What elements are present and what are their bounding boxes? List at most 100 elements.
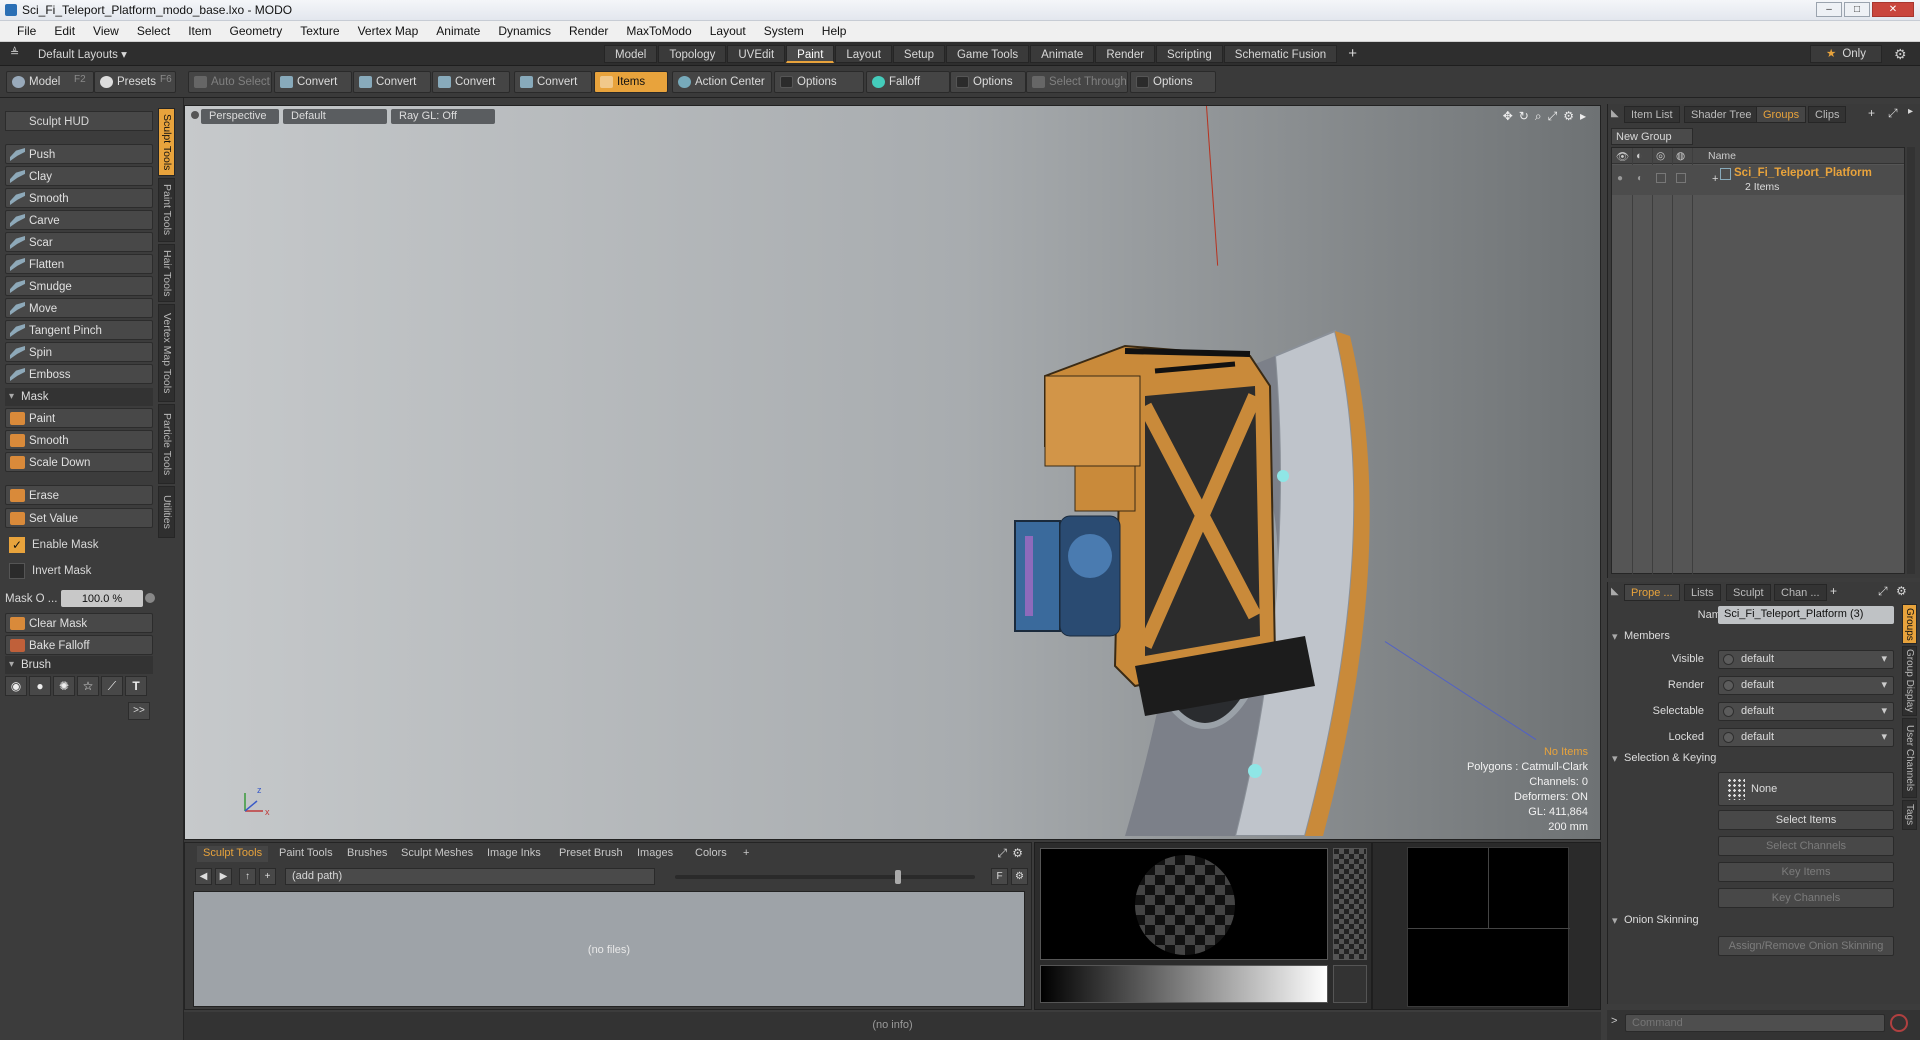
panel-settings-icon[interactable]: ⚙	[1896, 584, 1907, 598]
sculpt-hud-button[interactable]: Sculpt HUD	[5, 111, 153, 131]
pan-icon[interactable]: ✥	[1503, 109, 1513, 124]
onion-skinning-section[interactable]: Onion Skinning	[1612, 914, 1902, 930]
row-select-icon[interactable]	[1676, 173, 1686, 183]
row-visibility-icon[interactable]: ●	[1617, 173, 1623, 184]
select-column-icon[interactable]: ◍	[1676, 150, 1685, 162]
add-tab-icon[interactable]: +	[1830, 584, 1837, 598]
menu-vertex-map[interactable]: Vertex Map	[349, 24, 428, 38]
emboss-tool-button[interactable]: Emboss	[5, 364, 153, 384]
convert-edges-button[interactable]: Convert	[353, 71, 431, 93]
side-tab-user-channels[interactable]: User Channels	[1902, 718, 1917, 798]
browser-settings-icon[interactable]: ⚙	[1011, 868, 1028, 885]
soft-brush-icon[interactable]: ◉	[5, 676, 27, 696]
members-section[interactable]: Members	[1612, 630, 1902, 646]
smooth-tool-button[interactable]: Smooth	[5, 188, 153, 208]
text-brush-icon[interactable]: T	[125, 676, 147, 696]
spray-brush-icon[interactable]: ✺	[53, 676, 75, 696]
side-tab-tags[interactable]: Tags	[1902, 800, 1917, 830]
selection-none-button[interactable]: None	[1718, 772, 1894, 806]
select-through-button[interactable]: Select Through	[1026, 71, 1128, 93]
mask-opacity-input[interactable]: 100.0 %	[61, 590, 143, 607]
path-dropdown[interactable]: (add path)	[285, 868, 655, 885]
mask-section-header[interactable]: Mask	[5, 388, 153, 406]
layout-icon[interactable]: ≜	[10, 46, 19, 59]
convert-materials-button[interactable]: Convert	[514, 71, 592, 93]
alpha-strip[interactable]	[1333, 848, 1367, 960]
set-value-button[interactable]: Set Value	[5, 508, 153, 528]
erase-button[interactable]: Erase	[5, 485, 153, 505]
add-tab-icon[interactable]: +	[1868, 106, 1875, 120]
side-tab-paint-tools[interactable]: Paint Tools	[158, 178, 175, 242]
key-channels-button[interactable]: Key Channels	[1718, 888, 1894, 908]
maximize-viewport-icon[interactable]: ⤢	[1548, 109, 1558, 124]
assign-onion-skinning-button[interactable]: Assign/Remove Onion Skinning	[1718, 936, 1894, 956]
locked-dropdown[interactable]: default	[1718, 728, 1894, 747]
clear-mask-button[interactable]: Clear Mask	[5, 613, 153, 633]
default-layouts-dropdown[interactable]: Default Layouts ▾	[38, 47, 127, 61]
brush-section-header[interactable]: Brush	[5, 656, 153, 674]
viewport-menu-dot[interactable]	[191, 111, 199, 119]
tab-paint-tools[interactable]: Paint Tools	[273, 846, 339, 862]
mask-scale-down-button[interactable]: Scale Down	[5, 452, 153, 472]
menu-item[interactable]: Item	[179, 24, 220, 38]
row-lock-icon[interactable]	[1656, 173, 1666, 183]
tab-sculpt[interactable]: Sculpt	[1726, 584, 1771, 601]
clay-tool-button[interactable]: Clay	[5, 166, 153, 186]
tab-layout[interactable]: Layout	[835, 45, 892, 63]
thumbnail-size-slider[interactable]	[675, 870, 975, 884]
more-brushes-button[interactable]: >>	[128, 702, 150, 720]
menu-texture[interactable]: Texture	[291, 24, 348, 38]
filter-button[interactable]: F	[991, 868, 1008, 885]
tab-clips[interactable]: Clips	[1808, 106, 1847, 123]
tab-sculpt-meshes[interactable]: Sculpt Meshes	[395, 846, 479, 862]
menu-render[interactable]: Render	[560, 24, 617, 38]
expand-panel-icon[interactable]: ⤢	[997, 846, 1007, 861]
row-render-icon[interactable]: ◐	[1637, 173, 1643, 184]
expand-group-icon[interactable]: +	[1712, 173, 1718, 185]
tab-brushes[interactable]: Brushes	[341, 846, 393, 862]
viewport-settings-icon[interactable]: ⚙	[1563, 109, 1574, 124]
side-tab-hair-tools[interactable]: Hair Tools	[158, 244, 175, 302]
tab-model[interactable]: Model	[604, 45, 658, 63]
enable-mask-toggle[interactable]: ✓ Enable Mask	[5, 534, 153, 556]
file-list[interactable]: (no files)	[193, 891, 1025, 1007]
tab-scripting[interactable]: Scripting	[1156, 45, 1223, 63]
close-button[interactable]: ✕	[1872, 2, 1914, 17]
falloff-options-button[interactable]: Options	[950, 71, 1026, 93]
select-items-button[interactable]: Select Items	[1718, 810, 1894, 830]
mask-smooth-button[interactable]: Smooth	[5, 430, 153, 450]
menu-system[interactable]: System	[755, 24, 813, 38]
tab-render[interactable]: Render	[1095, 45, 1156, 63]
rotate-icon[interactable]: ↻	[1519, 109, 1529, 124]
tab-image-inks[interactable]: Image Inks	[481, 846, 547, 862]
mask-opacity-reset-icon[interactable]	[145, 593, 155, 603]
color-quad-preview[interactable]	[1407, 847, 1570, 1007]
menu-view[interactable]: View	[84, 24, 128, 38]
tab-sculpt-tools[interactable]: Sculpt Tools	[197, 846, 269, 862]
new-group-button[interactable]: New Group	[1611, 128, 1693, 145]
panel-settings-icon[interactable]: ⚙	[1012, 846, 1023, 860]
key-items-button[interactable]: Key Items	[1718, 862, 1894, 882]
back-icon[interactable]: ◀	[195, 868, 212, 885]
tab-paint[interactable]: Paint	[786, 45, 835, 63]
tab-preset-brush[interactable]: Preset Brush	[553, 846, 629, 862]
panel-menu-icon[interactable]: ◣	[1611, 108, 1619, 119]
tab-shader-tree[interactable]: Shader Tree	[1684, 106, 1759, 123]
minimize-button[interactable]: –	[1816, 2, 1842, 17]
push-tool-button[interactable]: Push	[5, 144, 153, 164]
tab-images[interactable]: Images	[631, 846, 679, 862]
convert-polygons-button[interactable]: Convert	[432, 71, 510, 93]
hard-brush-icon[interactable]: ●	[29, 676, 51, 696]
view-type-perspective[interactable]: Perspective	[201, 109, 279, 124]
spin-tool-button[interactable]: Spin	[5, 342, 153, 362]
tangent-pinch-tool-button[interactable]: Tangent Pinch	[5, 320, 153, 340]
invert-mask-toggle[interactable]: Invert Mask	[5, 560, 153, 582]
more-icon[interactable]: ▸	[1908, 106, 1913, 117]
slider-handle[interactable]	[895, 870, 901, 884]
tab-schematic-fusion[interactable]: Schematic Fusion	[1223, 45, 1338, 63]
add-tab-button[interactable]: +	[737, 846, 755, 862]
group-row[interactable]: ● ◐ + Sci_Fi_Teleport_Platform 2 Items	[1612, 165, 1904, 195]
tab-item-list[interactable]: Item List	[1624, 106, 1680, 123]
items-mode-button[interactable]: Items	[594, 71, 668, 93]
viewport-more-icon[interactable]: ▸	[1580, 109, 1586, 124]
